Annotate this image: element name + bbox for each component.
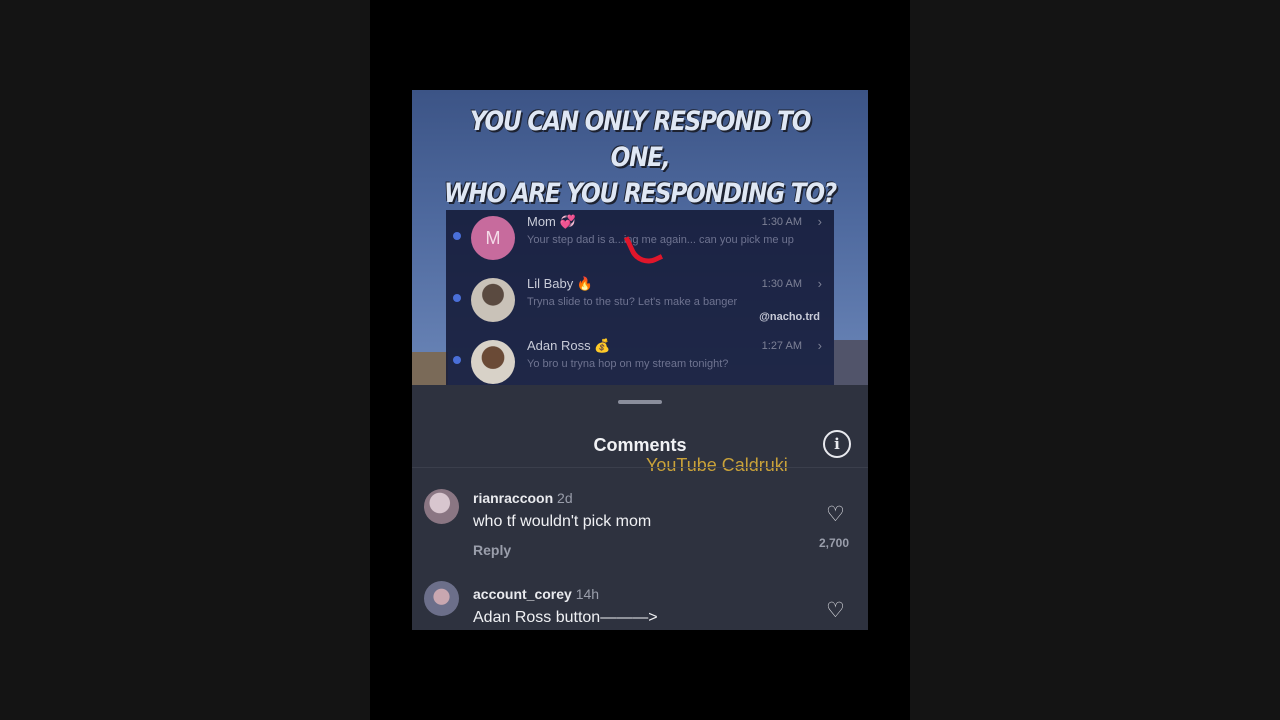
post-image: YOU CAN ONLY RESPOND TO ONE, WHO ARE YOU… bbox=[412, 90, 868, 385]
message-row-lil-baby: Lil Baby 🔥 1:30 AM › Tryna slide to the … bbox=[446, 272, 834, 332]
info-icon[interactable]: i bbox=[823, 430, 851, 458]
sender-name: Lil Baby 🔥 bbox=[527, 276, 594, 291]
comment-header: account_corey 14h bbox=[473, 586, 599, 602]
unread-dot bbox=[453, 232, 461, 240]
sender-name: Mom 💞 bbox=[527, 214, 576, 229]
headline-line-1: YOU CAN ONLY RESPOND TO ONE, bbox=[469, 106, 812, 173]
comment-item: account_corey 14h Adan Ross button———> ♡ bbox=[412, 581, 868, 630]
avatar bbox=[471, 340, 515, 384]
creator-tag: @nacho.trd bbox=[759, 311, 820, 323]
right-letterbox bbox=[910, 0, 1280, 720]
sender-name: Adan Ross 💰 bbox=[527, 338, 611, 353]
post-frame: YOU CAN ONLY RESPOND TO ONE, WHO ARE YOU… bbox=[412, 90, 868, 630]
comment-username[interactable]: account_corey bbox=[473, 586, 572, 602]
unread-dot bbox=[453, 356, 461, 364]
channel-watermark: YouTube Caldruki bbox=[646, 455, 788, 475]
chevron-right-icon: › bbox=[817, 338, 822, 353]
post-headline: YOU CAN ONLY RESPOND TO ONE, WHO ARE YOU… bbox=[444, 104, 837, 212]
message-time: 1:30 AM bbox=[761, 278, 802, 290]
comment-age: 2d bbox=[557, 490, 573, 506]
comment-text: Adan Ross button———> bbox=[473, 609, 658, 626]
unread-dot bbox=[453, 294, 461, 302]
message-preview: Your step dad is a...ing me again... can… bbox=[527, 234, 794, 246]
comment-header: rianraccoon 2d bbox=[473, 490, 573, 506]
comments-sheet: Comments i YouTube Caldruki rianraccoon … bbox=[412, 385, 868, 630]
chevron-right-icon: › bbox=[817, 276, 822, 291]
rooftop-right bbox=[834, 340, 868, 385]
like-count: 2,700 bbox=[818, 536, 850, 550]
comment-age: 14h bbox=[575, 586, 600, 602]
sheet-drag-handle[interactable] bbox=[618, 400, 662, 404]
comment-item: rianraccoon 2d who tf wouldn't pick mom … bbox=[412, 485, 868, 565]
rooftop-left bbox=[412, 352, 448, 385]
message-preview: Yo bro u tryna hop on my stream tonight? bbox=[527, 358, 729, 370]
divider bbox=[412, 467, 868, 468]
comment-username[interactable]: rianraccoon bbox=[473, 490, 553, 506]
heart-icon[interactable]: ♡ bbox=[826, 504, 845, 525]
reply-button[interactable]: Reply bbox=[473, 542, 511, 558]
avatar: M bbox=[471, 216, 515, 260]
comment-text: who tf wouldn't pick mom bbox=[473, 513, 652, 530]
heart-icon[interactable]: ♡ bbox=[826, 600, 845, 621]
avatar[interactable] bbox=[424, 489, 459, 524]
avatar[interactable] bbox=[424, 581, 459, 616]
message-preview: Tryna slide to the stu? Let's make a ban… bbox=[527, 296, 738, 308]
avatar bbox=[471, 278, 515, 322]
comments-title: Comments bbox=[593, 435, 687, 455]
left-letterbox bbox=[0, 0, 370, 720]
message-time: 1:30 AM bbox=[761, 216, 802, 228]
message-time: 1:27 AM bbox=[761, 340, 802, 352]
chevron-right-icon: › bbox=[817, 214, 822, 229]
headline-line-2: WHO ARE YOU RESPONDING TO? bbox=[444, 178, 837, 209]
